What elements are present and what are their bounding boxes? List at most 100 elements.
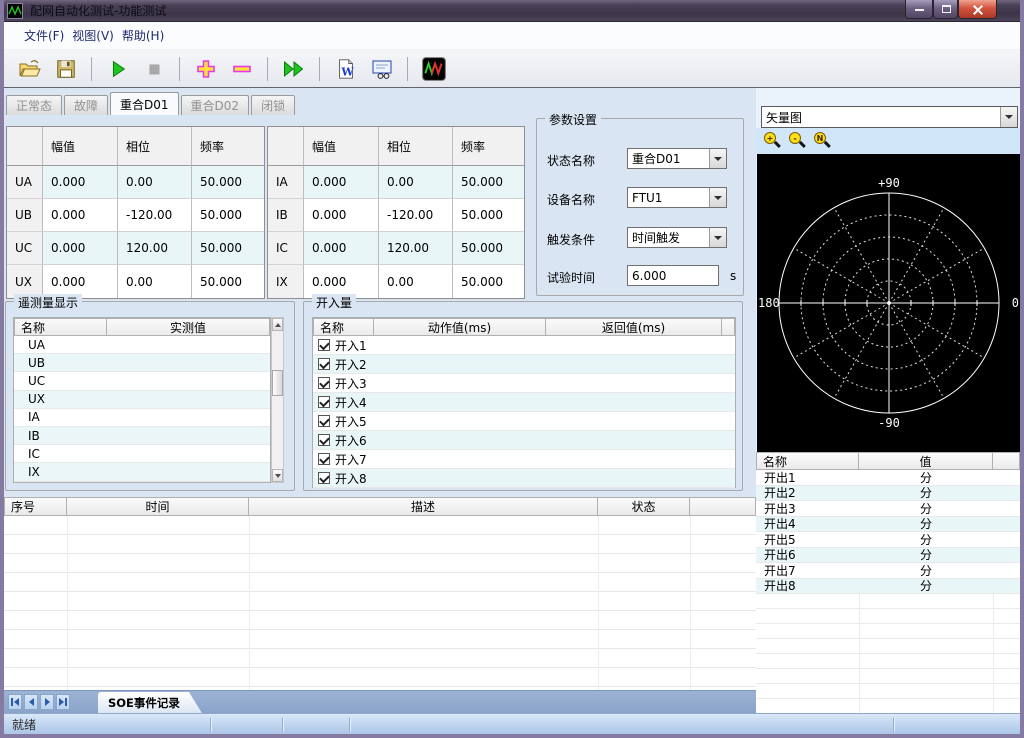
phase-cell[interactable]: 0.00 <box>118 265 192 298</box>
maximize-button[interactable] <box>933 0 958 19</box>
frequency-cell[interactable]: 50.000 <box>453 166 524 199</box>
frequency-cell[interactable]: 50.000 <box>192 166 264 199</box>
row-label: UB <box>7 199 43 232</box>
view-selector-combo[interactable]: 矢量图 <box>761 106 1018 128</box>
start-test-button[interactable] <box>104 55 131 82</box>
amplitude-cell[interactable]: 0.000 <box>304 166 379 199</box>
outputs-table: 名称 值 开出1 分 开出2 分 开出3 分 <box>756 452 1020 594</box>
save-button[interactable] <box>52 55 79 82</box>
phase-cell[interactable]: 120.00 <box>379 232 453 265</box>
measured-value <box>107 445 270 462</box>
menu-item[interactable]: 文件(F) <box>20 27 68 45</box>
waveform-view-button[interactable] <box>420 55 447 82</box>
oscillogram-icon <box>421 56 447 82</box>
input-name: 开入6 <box>335 432 367 449</box>
menu-item[interactable]: 帮助(H) <box>118 27 168 45</box>
frequency-cell[interactable]: 50.000 <box>192 232 264 265</box>
frequency-cell[interactable]: 50.000 <box>453 199 524 232</box>
scrollbar-thumb[interactable] <box>272 370 283 396</box>
column-header-description[interactable]: 描述 <box>249 497 598 516</box>
input-checkbox[interactable] <box>318 396 330 408</box>
amplitude-cell[interactable]: 0.000 <box>43 232 118 265</box>
telemetry-row: UX <box>14 391 270 409</box>
current-row: IB 0.000 -120.00 50.000 <box>268 199 524 232</box>
next-page-button[interactable] <box>40 694 54 710</box>
magnifier-zoom-button[interactable]: + <box>764 132 782 150</box>
trigger-condition-combo[interactable]: 时间触发 <box>627 227 727 248</box>
remove-state-button[interactable] <box>228 55 255 82</box>
input-checkbox[interactable] <box>318 358 330 370</box>
first-page-button[interactable] <box>8 694 22 710</box>
input-checkbox[interactable] <box>318 453 330 465</box>
amplitude-cell[interactable]: 0.000 <box>43 199 118 232</box>
frequency-cell[interactable]: 50.000 <box>453 232 524 265</box>
menu-bar: 文件(F)视图(V)帮助(H) <box>4 22 1020 50</box>
phase-cell[interactable]: 0.00 <box>118 166 192 199</box>
state-tab[interactable]: 重合D02 <box>181 95 250 115</box>
chevron-down-icon[interactable] <box>709 228 726 247</box>
input-checkbox[interactable] <box>318 377 330 389</box>
phase-cell[interactable]: 0.00 <box>379 265 453 298</box>
previous-page-button[interactable] <box>24 694 38 710</box>
frequency-cell[interactable]: 50.000 <box>453 265 524 298</box>
column-header-time[interactable]: 时间 <box>67 497 249 516</box>
phase-cell[interactable]: 0.00 <box>379 166 453 199</box>
device-name-combo[interactable]: FTU1 <box>627 187 727 208</box>
run-all-states-button[interactable] <box>280 55 307 82</box>
scroll-up-icon[interactable] <box>272 318 283 331</box>
input-checkbox[interactable] <box>318 339 330 351</box>
open-file-button[interactable] <box>16 55 43 82</box>
digital-input-row: 开入4 <box>313 393 735 412</box>
minimize-icon <box>915 9 924 11</box>
chevron-down-icon[interactable] <box>709 149 726 168</box>
test-time-input[interactable] <box>627 265 719 286</box>
telemetry-row: UA <box>14 336 270 354</box>
column-header-status[interactable]: 状态 <box>598 497 690 516</box>
row-label: IB <box>268 199 304 232</box>
input-checkbox[interactable] <box>318 415 330 427</box>
output-value: 分 <box>859 517 993 532</box>
magnifier-zoom-button[interactable]: - <box>789 132 807 150</box>
telemetry-row: IX <box>14 463 270 481</box>
state-tab[interactable]: 故障 <box>64 95 108 115</box>
tab-soe-event-log[interactable]: SOE事件记录 <box>98 692 202 713</box>
input-name-cell: 开入1 <box>313 336 374 354</box>
telemetry-scrollbar[interactable] <box>271 317 284 483</box>
menu-item[interactable]: 视图(V) <box>68 27 118 45</box>
chevron-down-icon[interactable] <box>709 188 726 207</box>
input-checkbox[interactable] <box>318 472 330 484</box>
report-preview-button[interactable] <box>368 55 395 82</box>
state-tab[interactable]: 重合D01 <box>110 92 179 115</box>
magnifier-zoom-button[interactable]: N <box>814 132 832 150</box>
state-tab[interactable]: 闭锁 <box>251 95 295 115</box>
frequency-cell[interactable]: 50.000 <box>192 265 264 298</box>
status-bar: 就绪 <box>4 713 1020 735</box>
word-report-button[interactable]: W <box>332 55 359 82</box>
scroll-down-icon[interactable] <box>272 469 283 482</box>
state-tab[interactable]: 正常态 <box>6 95 62 115</box>
return-value-cell <box>546 412 722 430</box>
digital-input-row: 开入5 <box>313 412 735 431</box>
state-name-combo[interactable]: 重合D01 <box>627 148 727 169</box>
column-header-index[interactable]: 序号 <box>4 497 67 516</box>
amplitude-cell[interactable]: 0.000 <box>43 166 118 199</box>
blank-cell <box>993 563 1020 578</box>
row-label: UC <box>7 232 43 265</box>
minimize-button[interactable] <box>905 0 933 19</box>
add-state-button[interactable] <box>192 55 219 82</box>
amplitude-cell[interactable]: 0.000 <box>304 199 379 232</box>
stop-test-button[interactable] <box>140 55 167 82</box>
frequency-cell[interactable]: 50.000 <box>192 199 264 232</box>
close-button[interactable] <box>958 0 997 19</box>
phase-cell[interactable]: 120.00 <box>118 232 192 265</box>
last-page-button[interactable] <box>56 694 70 710</box>
chevron-down-icon[interactable] <box>1000 107 1017 127</box>
phase-cell[interactable]: -120.00 <box>118 199 192 232</box>
phase-cell[interactable]: -120.00 <box>379 199 453 232</box>
action-value-cell <box>374 450 546 468</box>
blank-cell <box>993 532 1020 547</box>
channel-name: UA <box>14 336 107 353</box>
amplitude-cell[interactable]: 0.000 <box>304 232 379 265</box>
input-checkbox[interactable] <box>318 434 330 446</box>
output-name: 开出8 <box>756 579 859 594</box>
